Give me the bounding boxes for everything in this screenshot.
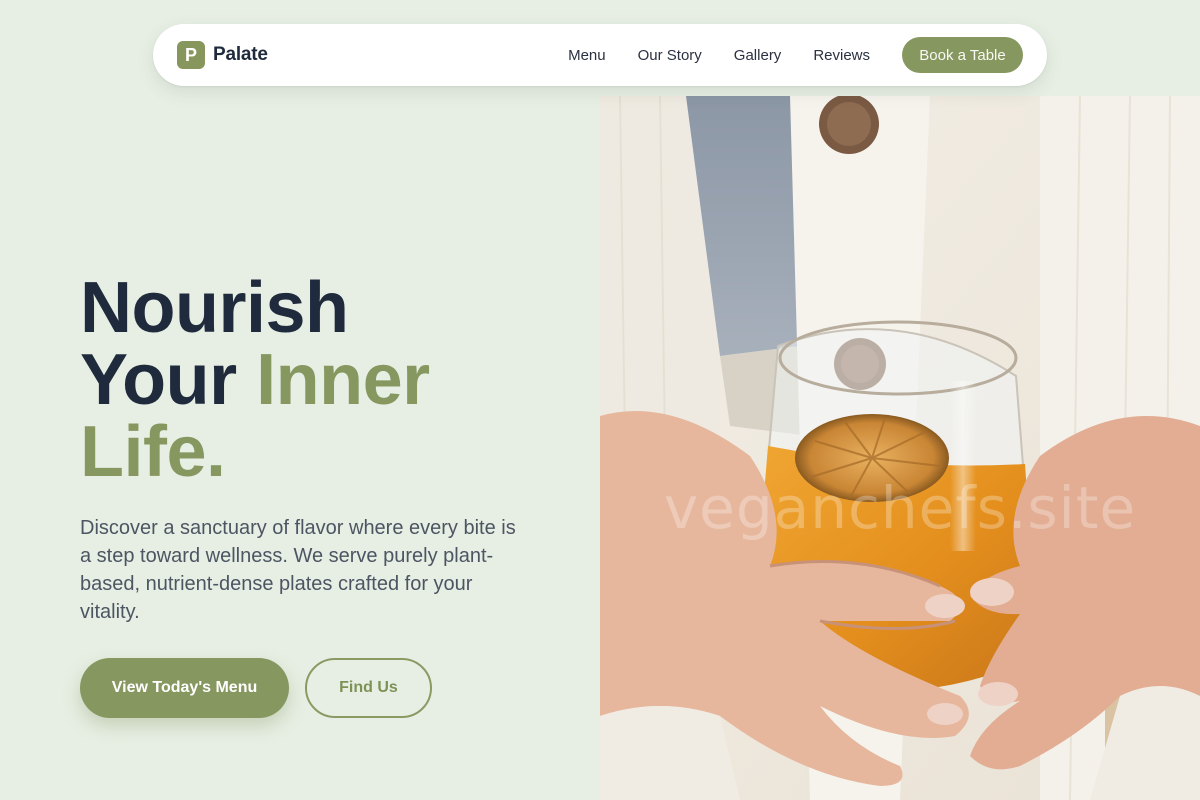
nav-link-gallery[interactable]: Gallery: [734, 47, 782, 64]
hero-title-line-2: Your Inner: [80, 344, 580, 416]
nav-link-menu[interactable]: Menu: [568, 47, 606, 64]
nav-links: Menu Our Story Gallery Reviews Book a Ta…: [568, 37, 1023, 73]
hero-title: Nourish Your Inner Life.: [80, 272, 580, 488]
hands-holding-drink-illustration: [600, 96, 1200, 800]
brand-logo-icon: P: [177, 41, 205, 69]
book-table-button[interactable]: Book a Table: [902, 37, 1023, 73]
hero-title-accent: Inner: [256, 340, 430, 420]
navbar: P Palate Menu Our Story Gallery Reviews …: [153, 24, 1047, 86]
nav-link-our-story[interactable]: Our Story: [638, 47, 702, 64]
nav-link-reviews[interactable]: Reviews: [813, 47, 870, 64]
find-us-button[interactable]: Find Us: [305, 658, 432, 718]
hero-title-line-1: Nourish: [80, 268, 349, 348]
hero-title-line-3: Life.: [80, 412, 226, 492]
brand-name: Palate: [213, 44, 268, 65]
view-menu-button[interactable]: View Today's Menu: [80, 658, 289, 718]
hero-photo: veganchefs.site: [600, 96, 1200, 800]
hero-description: Discover a sanctuary of flavor where eve…: [80, 517, 516, 623]
hero-title-plain: Your: [80, 340, 257, 420]
brand-logo-link[interactable]: P Palate: [177, 41, 268, 69]
